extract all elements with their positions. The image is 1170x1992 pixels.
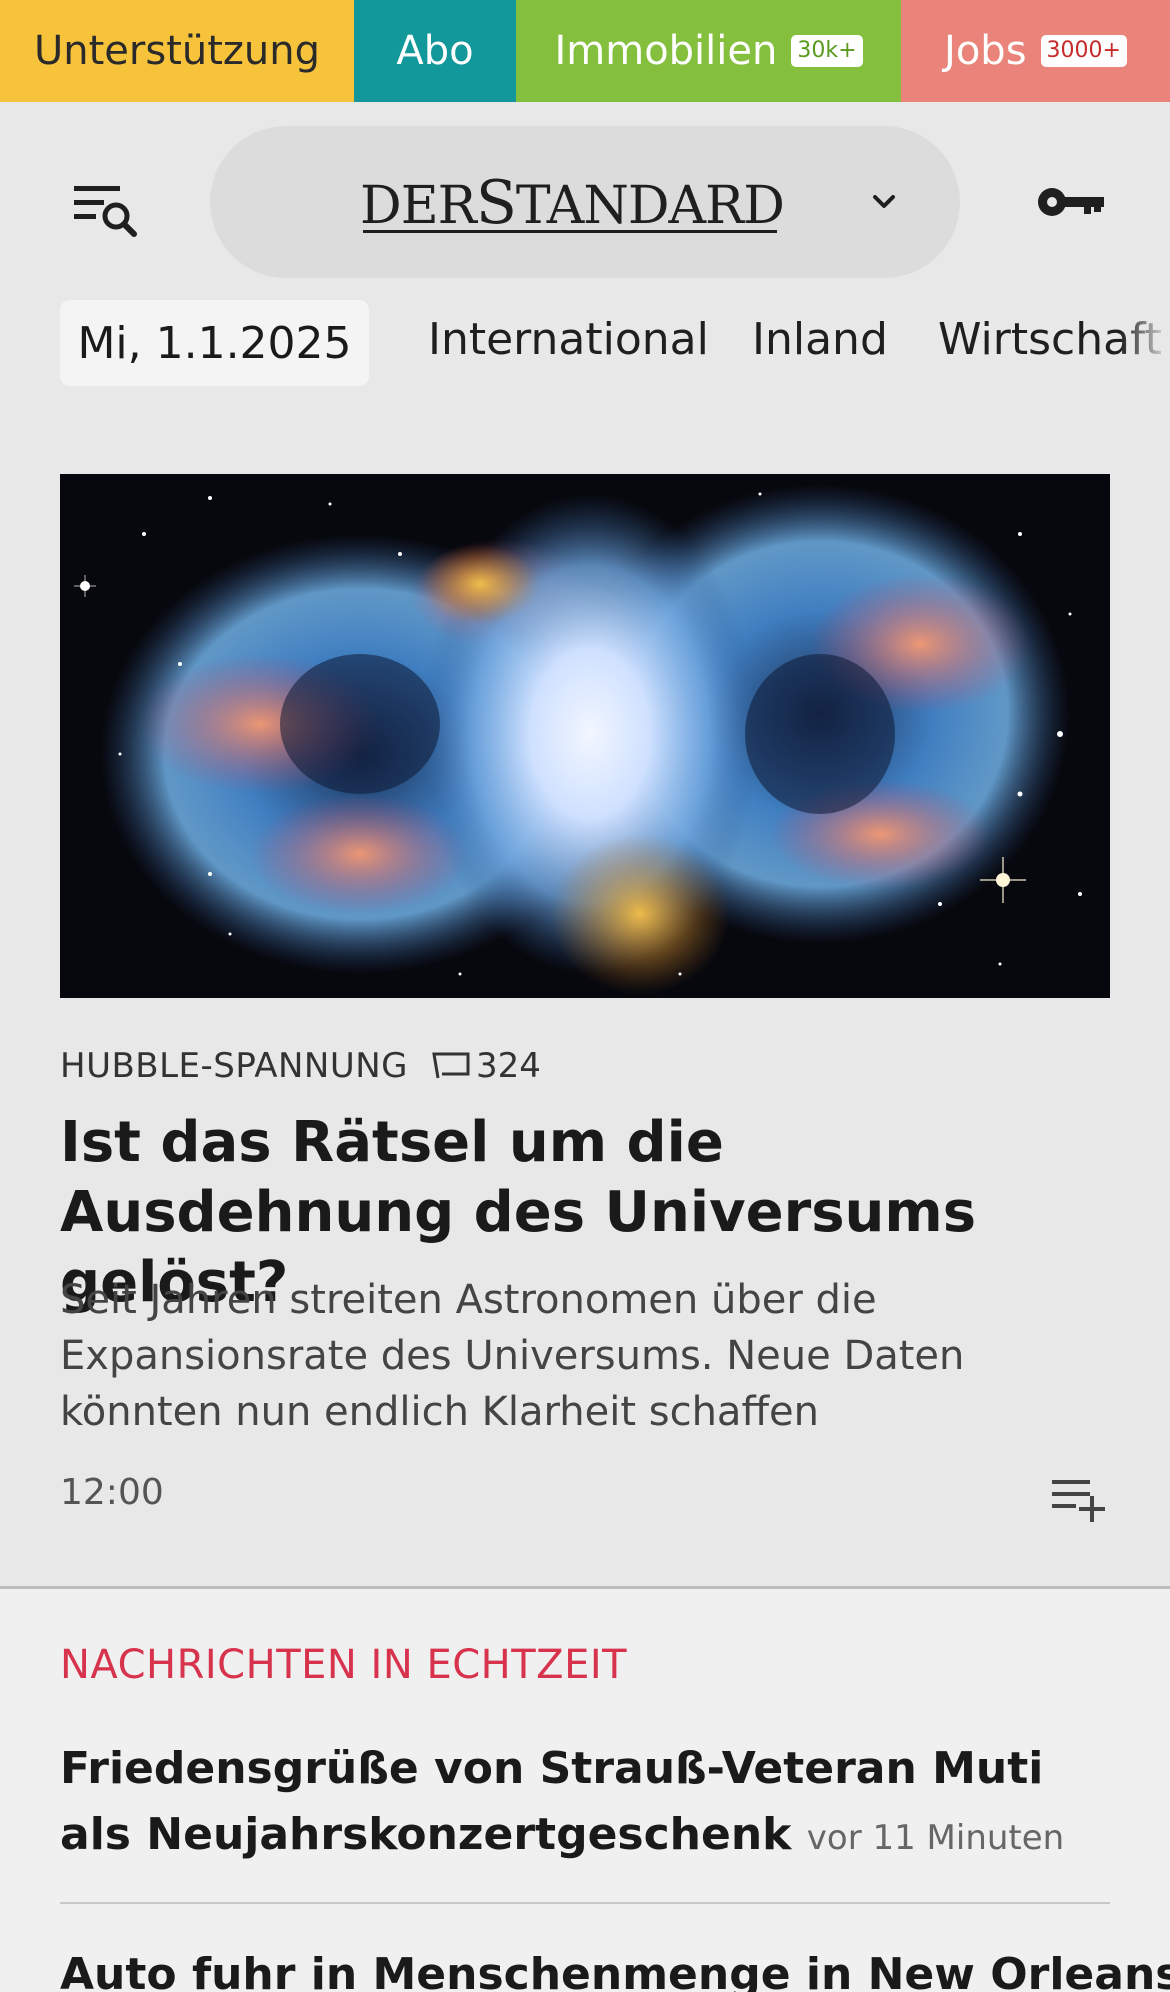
hero-teaser: Seit Jahren streiten Astronomen über die…: [60, 1277, 965, 1435]
kicker: HUBBLE-SPANNUNG: [60, 1046, 408, 1086]
comment-icon: [432, 1050, 472, 1082]
support-label: Unterstützung: [33, 28, 320, 74]
realtime-item[interactable]: Auto fuhr in Menschenmenge in New Orlean…: [60, 1942, 1170, 1992]
realtime-item[interactable]: Friedensgrüße von Strauß-Veteran Muti al…: [60, 1736, 1120, 1871]
hero-time: 12:00: [60, 1472, 164, 1513]
ressort-nav: Mi, 1.1.2025 International Inland Wirtsc…: [0, 300, 1170, 386]
jobs-link[interactable]: Jobs 3000+: [901, 0, 1170, 102]
site-logo[interactable]: DERSTANDARD: [360, 168, 785, 238]
nav-fade: [1120, 300, 1170, 386]
hero-meta: HUBBLE-SPANNUNG 324: [60, 1044, 541, 1088]
nav-item-inland[interactable]: Inland: [752, 314, 888, 365]
realtime-item-headline[interactable]: Auto fuhr in Menschenmenge in New Orlean…: [60, 1949, 1170, 1992]
nav-item-international[interactable]: International: [428, 314, 709, 365]
realtime-item-ago: vor 11 Minuten: [806, 1818, 1065, 1858]
logo-s: S: [475, 168, 517, 238]
abo-label: Abo: [396, 28, 474, 74]
abo-link[interactable]: Abo: [354, 0, 516, 102]
site-header: DERSTANDARD: [0, 102, 1170, 302]
immobilien-link[interactable]: Immobilien 30k+: [516, 0, 901, 102]
jobs-badge: 3000+: [1040, 35, 1127, 67]
logo-underline: [363, 230, 777, 233]
support-link[interactable]: Unterstützung: [0, 0, 354, 102]
menu-search-icon[interactable]: [72, 182, 138, 242]
top-service-bar: Unterstützung Abo Immobilien 30k+ Jobs 3…: [0, 0, 1170, 102]
logo-edition-selector[interactable]: DERSTANDARD: [210, 126, 960, 278]
immobilien-badge: 30k+: [791, 35, 863, 67]
logo-tandard: TANDARD: [515, 176, 785, 236]
realtime-title: NACHRICHTEN IN ECHTZEIT: [60, 1642, 628, 1688]
logo-der: DER: [360, 176, 477, 236]
immobilien-label: Immobilien: [554, 28, 778, 74]
key-icon[interactable]: [1036, 182, 1106, 222]
news-divider: [60, 1902, 1110, 1904]
date-pill[interactable]: Mi, 1.1.2025: [60, 300, 369, 386]
jobs-label: Jobs: [944, 28, 1027, 74]
hero-image[interactable]: [60, 474, 1110, 998]
comment-count[interactable]: 324: [476, 1046, 541, 1086]
playlist-add-icon[interactable]: [1052, 1476, 1112, 1522]
chevron-down-icon[interactable]: [870, 188, 898, 216]
